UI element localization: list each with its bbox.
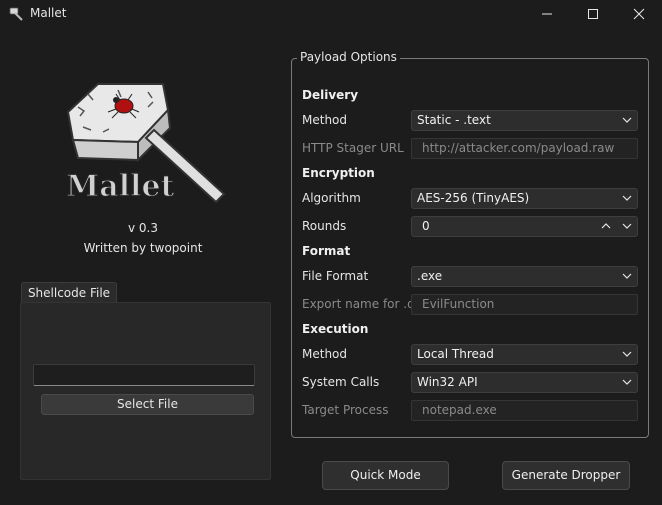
tab-shellcode-file[interactable]: Shellcode File [21, 282, 117, 303]
chevron-down-icon[interactable] [622, 222, 632, 230]
maximize-icon [588, 9, 598, 19]
system-calls-select[interactable]: Win32 API [411, 372, 638, 393]
algorithm-select[interactable]: AES-256 (TinyAES) [411, 188, 638, 209]
title-bar: Mallet [0, 0, 662, 28]
author-label: Written by twopoint [83, 241, 203, 255]
execution-method-select[interactable]: Local Thread [411, 344, 638, 365]
system-calls-label: System Calls [302, 375, 380, 389]
delivery-method-select[interactable]: Static - .text [411, 110, 638, 131]
close-icon [633, 8, 645, 20]
target-process-placeholder: notepad.exe [422, 403, 497, 417]
maximize-button[interactable] [570, 0, 616, 28]
delivery-method-value: Static - .text [417, 113, 491, 127]
algorithm-label: Algorithm [302, 191, 361, 205]
execution-method-value: Local Thread [417, 347, 494, 361]
rounds-value: 0 [422, 219, 430, 233]
chevron-down-icon [622, 117, 632, 123]
file-format-select[interactable]: .exe [411, 266, 638, 287]
system-calls-value: Win32 API [417, 375, 478, 389]
file-format-label: File Format [302, 269, 369, 283]
minimize-button[interactable] [524, 0, 570, 28]
target-process-label: Target Process [302, 403, 389, 417]
format-heading: Format [302, 244, 351, 258]
version-label: v 0.3 [128, 221, 158, 235]
http-stager-url-label: HTTP Stager URL [302, 141, 404, 155]
rounds-label: Rounds [302, 219, 347, 233]
delivery-heading: Delivery [302, 88, 359, 102]
execution-heading: Execution [302, 322, 369, 336]
export-name-placeholder: EvilFunction [422, 297, 495, 311]
shellcode-panel [20, 302, 271, 480]
algorithm-value: AES-256 (TinyAES) [417, 191, 530, 205]
http-stager-url-input[interactable]: http://attacker.com/payload.raw [411, 138, 638, 159]
mallet-logo: Mallet [65, 83, 226, 205]
generate-dropper-button[interactable]: Generate Dropper [502, 461, 630, 490]
payload-options-title: Payload Options [297, 50, 400, 64]
select-file-button[interactable]: Select File [41, 394, 254, 415]
export-name-label: Export name for .dll [302, 297, 422, 311]
window-title: Mallet [30, 6, 67, 20]
logo-text: Mallet [66, 169, 175, 204]
chevron-down-icon [622, 351, 632, 357]
quick-mode-button[interactable]: Quick Mode [322, 461, 449, 490]
encryption-heading: Encryption [302, 166, 375, 180]
export-name-input[interactable]: EvilFunction [411, 294, 638, 315]
chevron-down-icon [622, 273, 632, 279]
chevron-down-icon [622, 379, 632, 385]
chevron-up-icon[interactable] [601, 222, 611, 230]
shellcode-path-input[interactable] [33, 364, 255, 386]
minimize-icon [542, 13, 552, 15]
execution-method-label: Method [302, 347, 348, 361]
target-process-input[interactable]: notepad.exe [411, 400, 638, 421]
http-stager-url-placeholder: http://attacker.com/payload.raw [422, 141, 615, 155]
file-format-value: .exe [417, 269, 443, 283]
delivery-method-label: Method [302, 113, 348, 127]
close-button[interactable] [616, 0, 662, 28]
hammer-icon [9, 7, 23, 21]
chevron-down-icon [622, 195, 632, 201]
rounds-spinbox[interactable]: 0 [411, 216, 638, 237]
